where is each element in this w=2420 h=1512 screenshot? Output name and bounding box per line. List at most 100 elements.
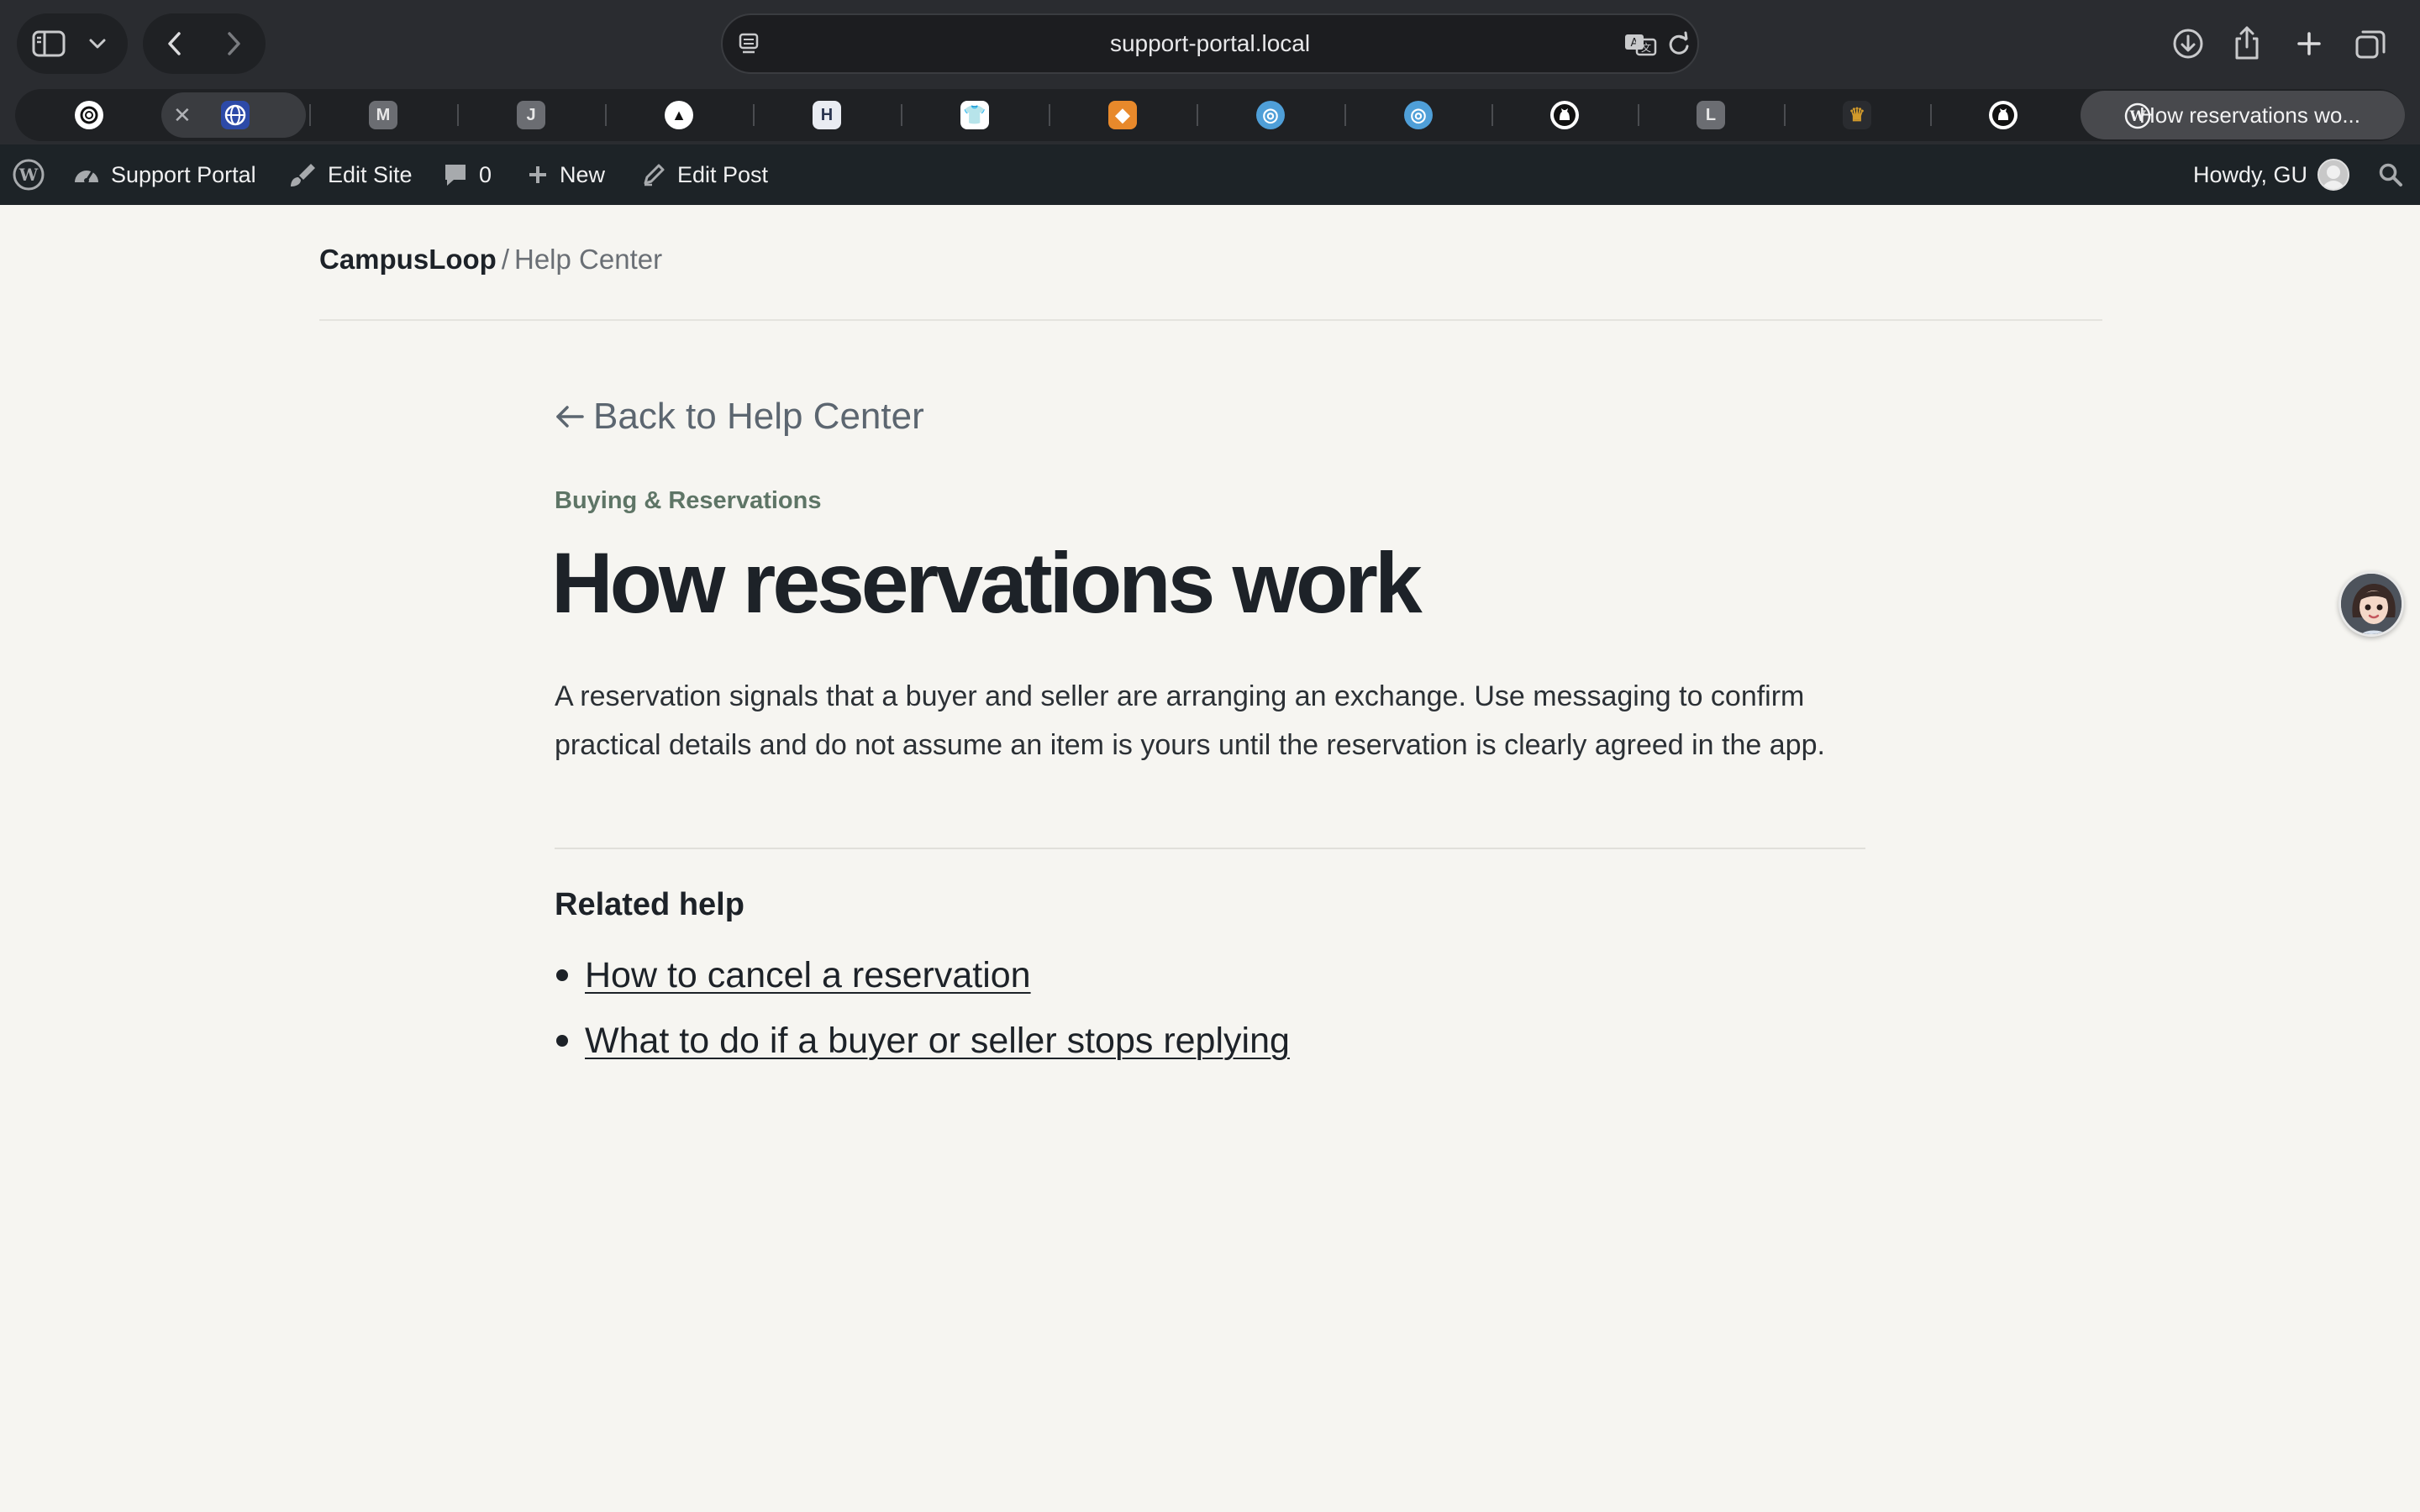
user-avatar [2317,159,2350,191]
related-link-cancel-reservation[interactable]: How to cancel a reservation [585,955,1031,996]
tab-close-icon[interactable]: ✕ [173,89,192,141]
howdy-label: Howdy, GU [2193,161,2308,187]
address-bar[interactable]: support-portal.local A文 [721,13,1699,74]
sidebar-toggle-button[interactable] [30,27,67,60]
tab-separator [1049,104,1050,126]
tab-separator [753,104,755,126]
orange-app-icon: ◆ [1108,101,1137,129]
back-to-help-center-link[interactable]: Back to Help Center [555,391,924,442]
globe-app-icon [221,101,250,129]
crest-app-icon: ♛ [1843,101,1871,129]
list-item: What to do if a buyer or seller stops re… [555,1008,1290,1074]
assistant-avatar-icon [2341,574,2402,634]
tab-separator [1491,104,1493,126]
forward-button[interactable] [217,27,250,60]
svg-text:文: 文 [1641,41,1651,54]
tab-4[interactable]: J [497,89,565,141]
edit-post-label: Edit Post [677,161,769,187]
new-tab-button[interactable] [2292,27,2326,60]
pencil-icon [640,161,667,188]
downloads-button[interactable] [2170,25,2207,62]
breadcrumb-separator: / [501,244,509,275]
wordpress-logo-icon: W [12,158,45,192]
reload-icon[interactable] [1667,15,1691,72]
wp-logo-menu[interactable]: W [12,144,45,205]
translate-icon[interactable]: A文 [1623,15,1657,72]
search-icon [2378,162,2403,187]
plus-icon [2297,32,2321,55]
j-letter-icon: J [517,101,545,129]
tab-14[interactable] [1970,89,2037,141]
tab-3[interactable]: M [350,89,417,141]
browser-chrome: support-portal.local A文 ✕ M J ▲ H 👕 ◆ ◎ ◎ L ♛ W [0,0,2420,144]
edit-post-link[interactable]: Edit Post [640,144,768,205]
wp-admin-bar: W Support Portal Edit Site 0 New Edit Po… [0,144,2420,205]
search-button[interactable] [2378,144,2403,205]
tab-1[interactable] [55,89,123,141]
wordpress-icon: W [2124,102,2151,129]
tab-10[interactable]: ◎ [1385,89,1452,141]
url-text[interactable]: support-portal.local [723,15,1697,72]
chevron-down-icon [89,39,106,49]
tab-separator [457,104,459,126]
chevron-left-icon [168,32,181,55]
plus-icon [526,163,550,186]
tab-8[interactable]: ◆ [1089,89,1156,141]
tab-2[interactable] [202,89,269,141]
my-account-menu[interactable]: Howdy, GU [2193,144,2350,205]
m-letter-icon: M [369,101,397,129]
comments-link[interactable]: 0 [442,144,492,205]
tab-active[interactable]: W How reservations wo... [2081,91,2405,139]
related-help-list: How to cancel a reservation What to do i… [555,942,1290,1074]
bullet [556,969,568,981]
new-content-menu[interactable]: New [526,144,605,205]
tab-5[interactable]: ▲ [645,89,713,141]
breadcrumb-help-center[interactable]: Help Center [514,244,662,276]
tab-separator [1638,104,1639,126]
tab-separator [1784,104,1786,126]
comments-count: 0 [479,161,492,187]
download-icon [2173,29,2203,59]
site-name-label: Support Portal [111,161,256,187]
related-link-stops-replying[interactable]: What to do if a buyer or seller stops re… [585,1021,1290,1062]
back-button[interactable] [158,27,192,60]
article-category[interactable]: Buying & Reservations [555,487,821,515]
edit-site-link[interactable]: Edit Site [287,144,413,205]
article-title: How reservations work [551,535,1423,631]
l-letter-icon: L [1697,101,1725,129]
svg-text:W: W [2128,108,2146,125]
tab-group-menu-button[interactable] [84,30,111,57]
triangle-app-icon: ▲ [665,101,693,129]
edit-site-label: Edit Site [328,161,413,187]
sidebar-icon [32,30,66,57]
shirt-app-icon: 👕 [960,101,989,129]
chevron-right-icon [228,32,240,55]
github-icon-2 [1989,101,2018,129]
site-brand-link[interactable]: CampusLoop [319,244,497,276]
h-app-icon: H [813,101,841,129]
share-icon [2235,26,2259,60]
share-button[interactable] [2230,24,2264,62]
tab-12[interactable]: L [1677,89,1744,141]
tab-separator [309,104,311,126]
tab-separator [901,104,902,126]
back-link-label: Back to Help Center [593,396,924,437]
tab-7[interactable]: 👕 [941,89,1008,141]
tab-separator [605,104,607,126]
article-body: A reservation signals that a buyer and s… [555,680,1825,761]
site-name-menu[interactable]: Support Portal [72,144,256,205]
sphere-app-icon: ◎ [1256,101,1285,129]
site-header: CampusLoop / Help Center [319,244,662,286]
tab-separator [1344,104,1346,126]
related-help-heading: Related help [555,887,744,922]
content-divider [555,848,1865,849]
new-label: New [560,161,606,187]
tab-overview-button[interactable] [2353,27,2388,62]
browser-toolbar: support-portal.local A文 [0,0,2420,87]
tab-13[interactable]: ♛ [1823,89,1891,141]
tab-9[interactable]: ◎ [1237,89,1304,141]
dashboard-icon [72,162,101,187]
tab-6[interactable]: H [793,89,860,141]
assistant-avatar-button[interactable] [2338,571,2404,637]
tab-11[interactable] [1531,89,1598,141]
